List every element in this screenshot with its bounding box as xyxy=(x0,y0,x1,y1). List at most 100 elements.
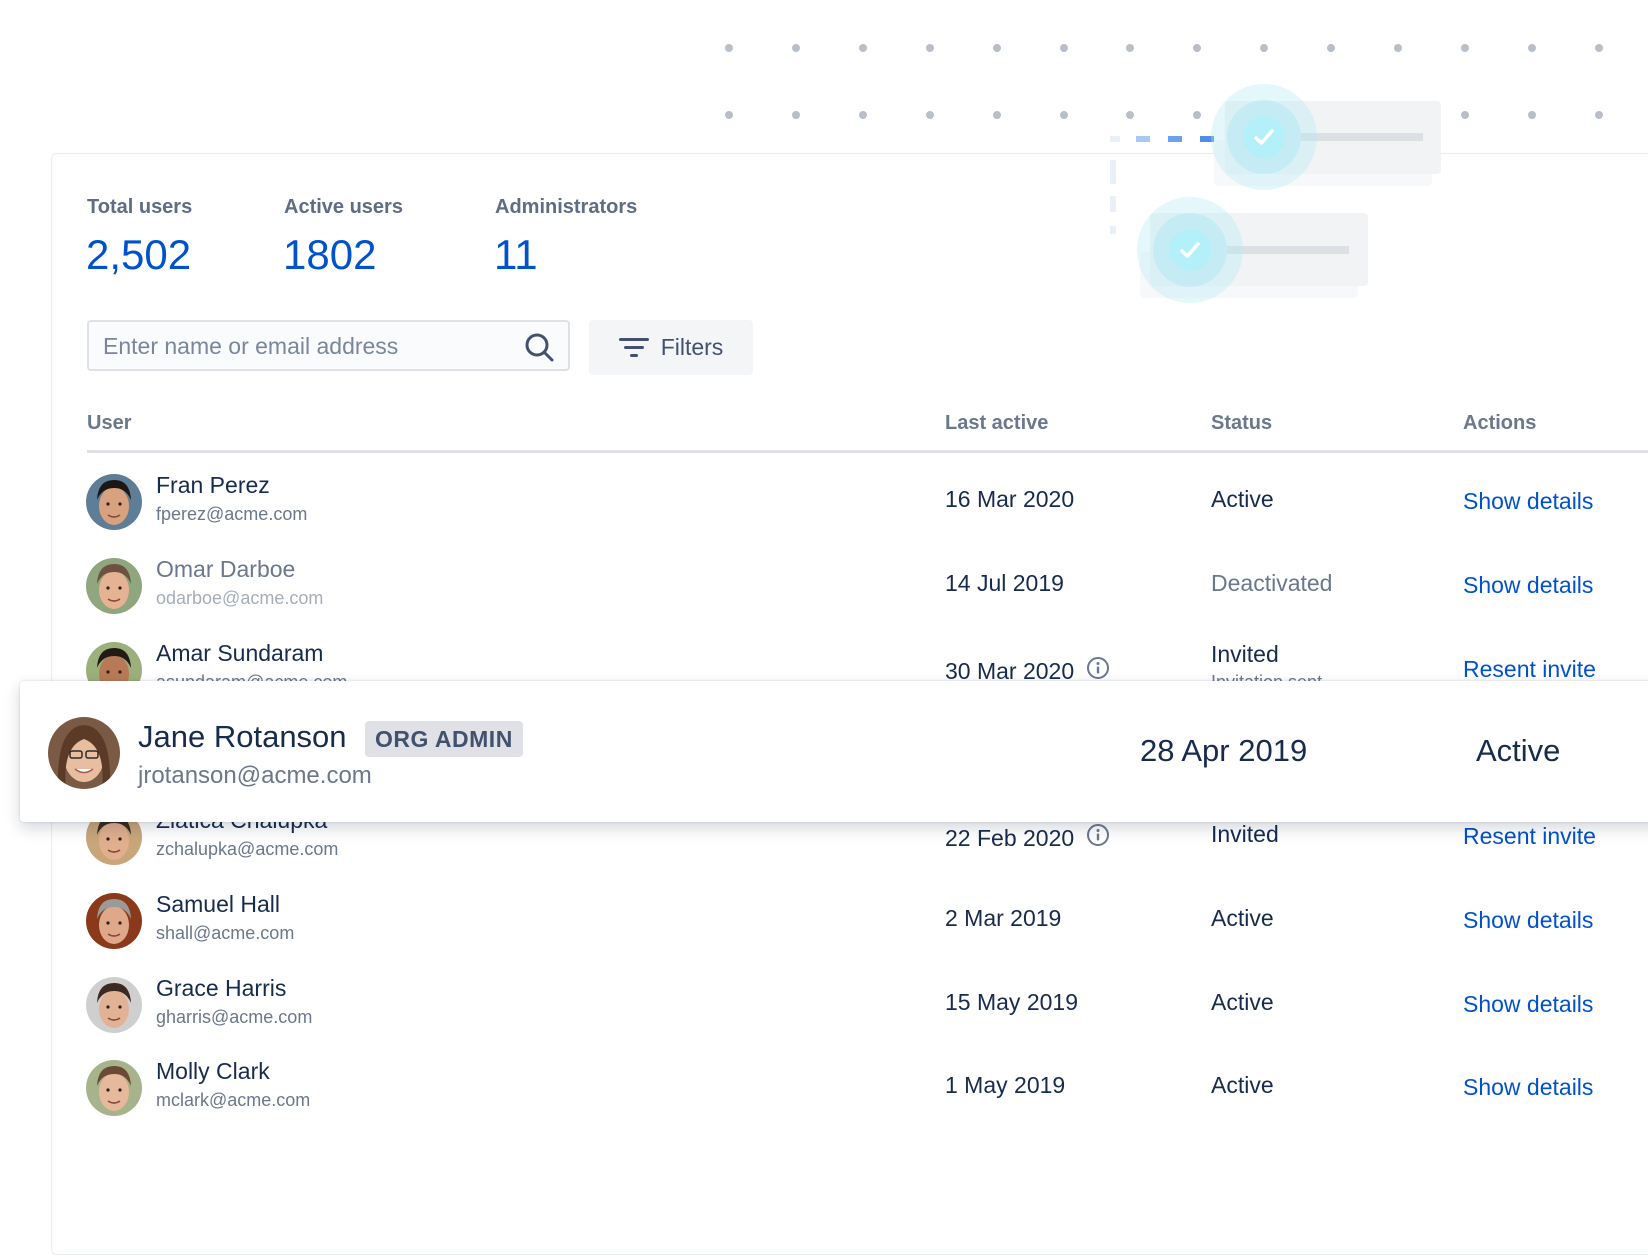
filters-label: Filters xyxy=(660,334,724,360)
user-name: Fran Perez xyxy=(156,472,270,498)
dash-segment xyxy=(1110,226,1116,234)
dash-segment xyxy=(1136,136,1150,142)
avatar xyxy=(48,717,120,789)
show-details-link[interactable]: Show details xyxy=(1463,1074,1593,1101)
user-email: zchalupka@acme.com xyxy=(156,839,339,859)
stat-value-administrators: 11 xyxy=(494,231,538,278)
show-details-link[interactable]: Show details xyxy=(1463,488,1593,515)
last-active-date: 1 May 2019 xyxy=(945,1072,1066,1098)
check-icon xyxy=(1169,229,1211,271)
column-header-actions: Actions xyxy=(1463,412,1537,434)
decorative-dot xyxy=(925,44,934,52)
avatar xyxy=(86,558,142,614)
last-active-date: 16 Mar 2020 xyxy=(945,486,1075,512)
decorative-dot xyxy=(992,111,1001,119)
user-email: jrotanson@acme.com xyxy=(138,762,372,789)
decorative-dot xyxy=(791,111,800,119)
decorative-dot xyxy=(791,44,800,52)
decorative-dot xyxy=(1460,44,1469,52)
user-email: gharris@acme.com xyxy=(156,1007,313,1027)
search-icon[interactable] xyxy=(524,332,554,362)
decorative-dot xyxy=(992,44,1001,52)
user-status: Deactivated xyxy=(1211,570,1333,596)
search-input[interactable] xyxy=(101,322,505,371)
table-row[interactable]: Fran Perez fperez@acme.com 16 Mar 2020 Acti… xyxy=(0,460,1648,544)
decorative-dot xyxy=(858,44,867,52)
user-name: Grace Harris xyxy=(156,975,287,1001)
stat-value-total-users: 2,502 xyxy=(86,231,192,278)
decorative-dot xyxy=(858,111,867,119)
illustration-bar xyxy=(1301,133,1423,141)
last-active: 2 Mar 2019 xyxy=(945,905,1061,932)
last-active: 15 May 2019 xyxy=(945,989,1078,1016)
decorative-dot xyxy=(1193,44,1202,52)
table-row[interactable]: Omar Darboe odarboe@acme.com 14 Jul 2019 De… xyxy=(0,544,1648,628)
show-details-link[interactable]: Show details xyxy=(1463,991,1593,1018)
user-status: Active xyxy=(1211,1072,1274,1098)
table-row[interactable]: Samuel Hall shall@acme.com 2 Mar 2019 Activ… xyxy=(0,879,1648,963)
user-email: mclark@acme.com xyxy=(156,1090,311,1110)
user-status: Active xyxy=(1476,733,1561,768)
last-active: 28 Apr 2019 xyxy=(1140,733,1308,768)
decorative-dot xyxy=(1460,111,1469,119)
highlighted-user-row[interactable]: Jane Rotanson ORG ADMIN jrotanson@acme.c… xyxy=(20,681,1648,822)
decorative-dot xyxy=(1059,111,1068,119)
avatar xyxy=(86,977,142,1033)
user-email: shall@acme.com xyxy=(156,923,295,943)
filters-button[interactable]: Filters xyxy=(589,320,753,375)
user-status: Active xyxy=(1211,905,1274,931)
last-active: 22 Feb 2020 xyxy=(945,823,1110,853)
header-divider xyxy=(87,450,1648,453)
column-header-status[interactable]: Status xyxy=(1211,412,1272,435)
last-active-date: 15 May 2019 xyxy=(945,989,1078,1015)
user-name: Molly Clark xyxy=(156,1058,270,1084)
avatar xyxy=(86,1060,142,1116)
user-status: Invited xyxy=(1211,641,1279,667)
dash-segment xyxy=(1110,160,1116,184)
user-email: odarboe@acme.com xyxy=(156,588,324,608)
decorative-dot xyxy=(1327,44,1336,52)
decorative-dot xyxy=(1260,44,1269,52)
decorative-dot xyxy=(1193,111,1202,119)
decorative-dot xyxy=(1059,44,1068,52)
user-name: Amar Sundaram xyxy=(156,640,324,666)
decorative-dot xyxy=(1594,111,1603,119)
last-active-date: 14 Jul 2019 xyxy=(945,570,1064,596)
check-icon xyxy=(1243,116,1285,158)
show-details-link[interactable]: Show details xyxy=(1463,572,1593,599)
avatar xyxy=(86,474,142,530)
last-active: 16 Mar 2020 xyxy=(945,486,1074,513)
stat-label-total-users: Total users xyxy=(87,196,193,218)
last-active-date: 22 Feb 2020 xyxy=(945,824,1075,851)
search-field[interactable] xyxy=(87,320,570,371)
illustration-bar xyxy=(1227,246,1349,254)
info-icon[interactable] xyxy=(1086,823,1110,853)
show-details-link[interactable]: Show details xyxy=(1463,907,1593,934)
resend-invite-link[interactable]: Resent invite xyxy=(1463,656,1596,683)
column-header-last-active[interactable]: Last active xyxy=(945,412,1048,435)
decorative-dot xyxy=(725,44,733,52)
column-header-user[interactable]: User xyxy=(87,412,131,435)
last-active: 1 May 2019 xyxy=(945,1072,1065,1099)
decorative-dot xyxy=(1594,44,1603,52)
decorative-dot xyxy=(925,111,934,119)
table-row[interactable]: Molly Clark mclark@acme.com 1 May 2019 Acti… xyxy=(0,1046,1648,1130)
user-name: Jane Rotanson xyxy=(138,719,347,754)
user-status: Active xyxy=(1211,486,1274,512)
avatar xyxy=(86,893,142,949)
decorative-dot xyxy=(725,111,733,119)
stat-value-active-users: 1802 xyxy=(283,231,377,278)
last-active-date: 2 Mar 2019 xyxy=(945,905,1062,931)
decorative-dot xyxy=(1527,44,1536,52)
resend-invite-link[interactable]: Resent invite xyxy=(1463,823,1596,850)
user-status: Active xyxy=(1211,989,1274,1015)
user-name: Samuel Hall xyxy=(156,891,280,917)
decorative-dot xyxy=(1126,111,1135,119)
decorative-dot xyxy=(1126,44,1135,52)
table-row[interactable]: Grace Harris gharris@acme.com 15 May 2019 A… xyxy=(0,963,1648,1047)
stat-label-administrators: Administrators xyxy=(495,196,638,218)
user-email: fperez@acme.com xyxy=(156,504,308,524)
dash-segment xyxy=(1110,136,1120,142)
dash-segment xyxy=(1168,136,1182,142)
decorative-dot xyxy=(1527,111,1536,119)
